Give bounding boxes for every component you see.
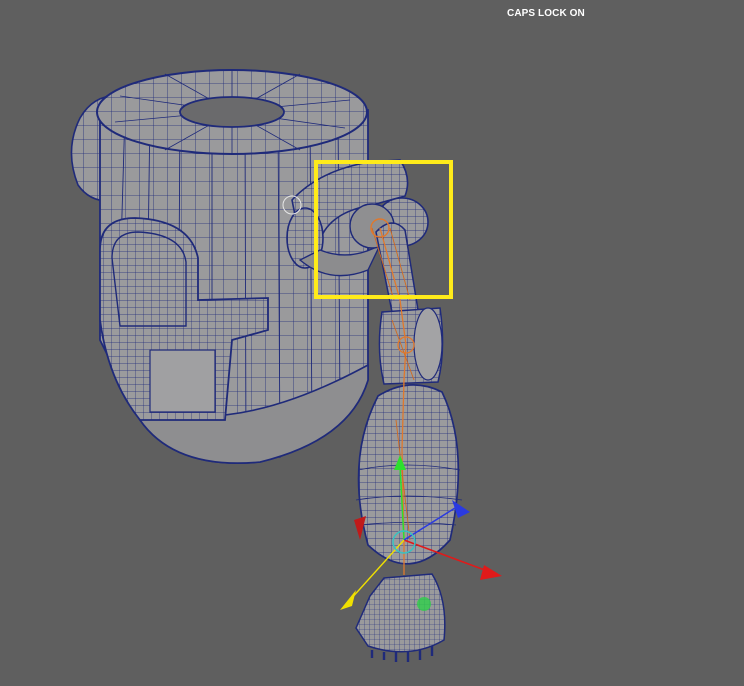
gizmo-x-arrow-icon	[480, 565, 502, 580]
gizmo-pivot-arrow-icon	[340, 590, 356, 610]
cup-rim[interactable]	[96, 69, 368, 155]
joint-marker-icon	[417, 597, 431, 611]
3d-viewport[interactable]: CAPS LOCK ON	[0, 0, 744, 686]
caps-lock-indicator: CAPS LOCK ON	[507, 8, 585, 19]
arm-hand[interactable]	[355, 573, 446, 662]
scene-canvas[interactable]	[0, 0, 744, 686]
